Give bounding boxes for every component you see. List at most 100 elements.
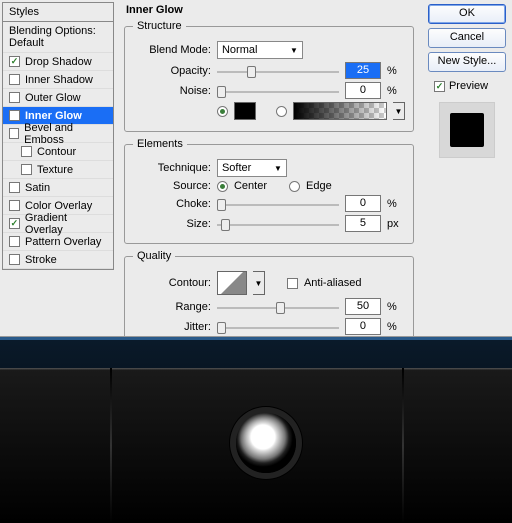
style-label: Texture	[37, 164, 73, 176]
noise-input[interactable]: 0	[345, 82, 381, 99]
styles-column: Styles Blending Options: Default Drop Sh…	[0, 0, 116, 336]
quality-group: Quality Contour: ▼ Anti-aliased Range: 5…	[124, 250, 414, 347]
preview-checkbox[interactable]	[434, 81, 445, 92]
style-checkbox[interactable]	[9, 110, 20, 121]
blend-mode-label: Blend Mode:	[133, 44, 211, 56]
style-item-satin[interactable]: Satin	[3, 179, 113, 197]
contour-dropdown-icon[interactable]: ▼	[253, 271, 265, 295]
style-label: Drop Shadow	[25, 56, 92, 68]
preview-label: Preview	[449, 80, 488, 92]
canvas-area	[0, 337, 512, 523]
style-item-stroke[interactable]: Stroke	[3, 251, 113, 269]
style-label: Pattern Overlay	[25, 236, 101, 248]
source-edge-radio[interactable]	[289, 181, 300, 192]
jitter-label: Jitter:	[133, 321, 211, 333]
style-checkbox[interactable]	[21, 146, 32, 157]
dock-divider	[402, 368, 404, 523]
effect-title: Inner Glow	[120, 2, 418, 18]
noise-unit: %	[387, 85, 405, 97]
jitter-slider[interactable]	[217, 320, 339, 334]
source-label: Source:	[133, 180, 211, 192]
technique-label: Technique:	[133, 162, 211, 174]
contour-label: Contour:	[133, 277, 211, 289]
layer-style-dialog: Styles Blending Options: Default Drop Sh…	[0, 0, 512, 337]
technique-dropdown[interactable]: Softer ▼	[217, 159, 287, 177]
opacity-slider[interactable]	[217, 64, 339, 78]
size-unit: px	[387, 218, 405, 230]
choke-label: Choke:	[133, 198, 211, 210]
style-item-bevel-and-emboss[interactable]: Bevel and Emboss	[3, 125, 113, 143]
antialiased-label: Anti-aliased	[304, 277, 361, 289]
size-input[interactable]: 5	[345, 215, 381, 232]
style-checkbox[interactable]	[9, 92, 20, 103]
choke-slider[interactable]	[217, 197, 339, 211]
source-edge-label: Edge	[306, 180, 332, 192]
source-center-label: Center	[234, 180, 267, 192]
style-item-drop-shadow[interactable]: Drop Shadow	[3, 53, 113, 71]
blend-mode-dropdown[interactable]: Normal ▼	[217, 41, 303, 59]
style-checkbox[interactable]	[9, 74, 20, 85]
opacity-input[interactable]: 25	[345, 62, 381, 79]
gradient-picker[interactable]	[293, 102, 387, 120]
blending-options-row[interactable]: Blending Options: Default	[3, 22, 113, 53]
style-checkbox[interactable]	[9, 200, 20, 211]
style-item-contour[interactable]: Contour	[3, 143, 113, 161]
jitter-unit: %	[387, 321, 405, 333]
style-label: Contour	[37, 146, 76, 158]
style-checkbox[interactable]	[9, 56, 20, 67]
contour-picker[interactable]	[217, 271, 247, 295]
style-checkbox[interactable]	[9, 128, 19, 139]
opacity-unit: %	[387, 65, 405, 77]
chevron-down-icon: ▼	[290, 46, 298, 55]
styles-header: Styles	[3, 3, 113, 22]
style-label: Gradient Overlay	[25, 212, 107, 236]
range-label: Range:	[133, 301, 211, 313]
color-swatch[interactable]	[234, 102, 256, 120]
cancel-button[interactable]: Cancel	[428, 28, 506, 48]
style-label: Outer Glow	[25, 92, 81, 104]
dock-divider	[110, 368, 112, 523]
elements-group: Elements Technique: Softer ▼ Source: Cen…	[124, 138, 414, 244]
antialiased-checkbox[interactable]	[287, 278, 298, 289]
elements-legend: Elements	[133, 138, 187, 150]
style-label: Stroke	[25, 254, 57, 266]
style-item-texture[interactable]: Texture	[3, 161, 113, 179]
style-label: Inner Shadow	[25, 74, 93, 86]
choke-input[interactable]: 0	[345, 195, 381, 212]
style-item-pattern-overlay[interactable]: Pattern Overlay	[3, 233, 113, 251]
range-unit: %	[387, 301, 405, 313]
style-checkbox[interactable]	[9, 218, 20, 229]
style-item-inner-shadow[interactable]: Inner Shadow	[3, 71, 113, 89]
orb-button-shape	[236, 413, 296, 473]
style-item-outer-glow[interactable]: Outer Glow	[3, 89, 113, 107]
noise-label: Noise:	[133, 85, 211, 97]
choke-unit: %	[387, 198, 405, 210]
size-label: Size:	[133, 218, 211, 230]
style-checkbox[interactable]	[9, 182, 20, 193]
chevron-down-icon: ▼	[274, 164, 282, 173]
opacity-label: Opacity:	[133, 65, 211, 77]
style-checkbox[interactable]	[9, 236, 20, 247]
style-label: Satin	[25, 182, 50, 194]
style-label: Color Overlay	[25, 200, 92, 212]
ok-button[interactable]: OK	[428, 4, 506, 24]
jitter-input[interactable]: 0	[345, 318, 381, 335]
range-slider[interactable]	[217, 300, 339, 314]
style-item-gradient-overlay[interactable]: Gradient Overlay	[3, 215, 113, 233]
new-style-button[interactable]: New Style...	[428, 52, 506, 72]
style-checkbox[interactable]	[21, 164, 32, 175]
preview-swatch	[439, 102, 495, 158]
solid-color-radio[interactable]	[217, 106, 228, 117]
noise-slider[interactable]	[217, 84, 339, 98]
settings-column: Inner Glow Structure Blend Mode: Normal …	[116, 0, 422, 336]
range-input[interactable]: 50	[345, 298, 381, 315]
right-column: OK Cancel New Style... Preview	[422, 0, 512, 336]
dock-shape	[0, 368, 512, 523]
style-checkbox[interactable]	[9, 254, 20, 265]
gradient-radio[interactable]	[276, 106, 287, 117]
style-label: Inner Glow	[25, 110, 82, 122]
gradient-dropdown-icon[interactable]: ▼	[393, 102, 405, 120]
source-center-radio[interactable]	[217, 181, 228, 192]
structure-legend: Structure	[133, 20, 186, 32]
size-slider[interactable]	[217, 217, 339, 231]
